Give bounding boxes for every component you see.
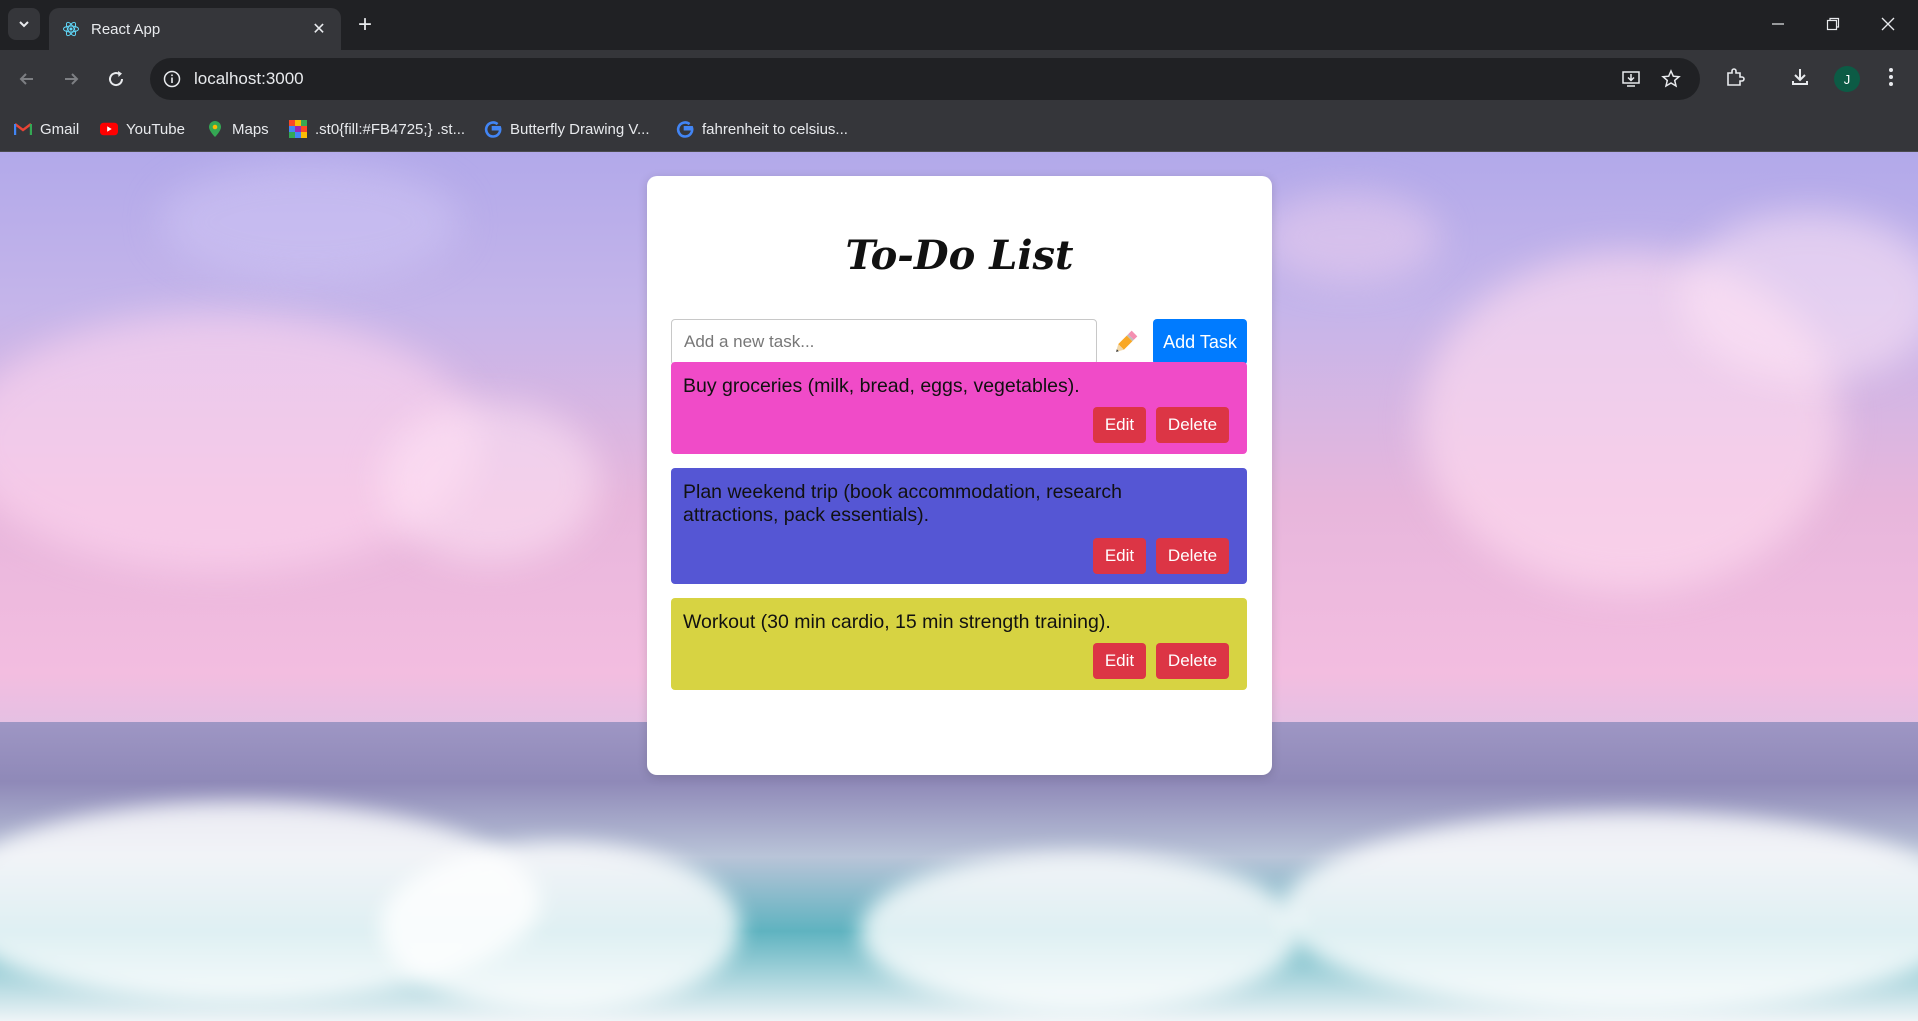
youtube-icon (100, 120, 118, 138)
maps-icon (206, 120, 224, 138)
task-item: Buy groceries (milk, bread, eggs, vegeta… (671, 362, 1247, 454)
bookmark-label: fahrenheit to celsius... (702, 120, 848, 138)
task-item: Workout (30 min cardio, 15 min strength … (671, 598, 1247, 690)
profile-avatar[interactable]: J (1834, 66, 1860, 92)
todo-card: To-Do List Add Task Buy groceries (milk,… (647, 176, 1272, 775)
bookmark-label: Gmail (40, 120, 80, 138)
bookmark-maps[interactable]: Maps (206, 118, 269, 140)
browser-toolbar: localhost:3000 (0, 50, 1918, 108)
bookmark-fahrenheit[interactable]: fahrenheit to celsius... (676, 118, 848, 140)
bookmark-label: Butterfly Drawing V... (510, 120, 650, 138)
google-icon (676, 120, 694, 138)
gmail-icon (14, 120, 32, 138)
bookmark-label: Maps (232, 120, 269, 138)
new-tab-button[interactable]: + (352, 11, 378, 38)
tab-title: React App (91, 20, 161, 38)
task-text: Buy groceries (milk, bread, eggs, vegeta… (683, 375, 1080, 397)
edit-task-button[interactable]: Edit (1093, 643, 1146, 679)
new-task-input[interactable] (671, 319, 1097, 365)
extensions-icon[interactable] (1722, 64, 1748, 90)
bookmark-gmail[interactable]: Gmail (14, 118, 79, 140)
restore-window-icon[interactable] (1813, 10, 1853, 38)
pencil-icon (1108, 324, 1144, 360)
google-icon (484, 120, 502, 138)
bookmark-label: .st0{fill:#FB4725;} .st... (315, 120, 466, 138)
close-tab-icon[interactable]: ✕ (307, 17, 331, 41)
bookmark-label: YouTube (126, 120, 185, 138)
edit-task-button[interactable]: Edit (1093, 538, 1146, 574)
edit-task-button[interactable]: Edit (1093, 407, 1146, 443)
close-window-icon[interactable] (1868, 10, 1908, 38)
install-app-icon[interactable] (1619, 67, 1643, 91)
reload-icon[interactable] (101, 64, 131, 94)
page-viewport: To-Do List Add Task Buy groceries (milk,… (0, 152, 1918, 1021)
task-item: Plan weekend trip (book accommodation, r… (671, 468, 1247, 584)
browser-tab-active[interactable]: React App ✕ (49, 8, 341, 50)
app-title: To-Do List (845, 232, 1074, 279)
downloads-icon[interactable] (1787, 64, 1813, 90)
bookmark-star-icon[interactable] (1659, 67, 1683, 91)
add-task-button[interactable]: Add Task (1153, 319, 1247, 365)
chevron-down-icon (19, 21, 29, 28)
more-menu-icon[interactable] (1878, 64, 1904, 90)
address-bar[interactable]: localhost:3000 (150, 58, 1700, 100)
delete-task-button[interactable]: Delete (1156, 538, 1229, 574)
url-text: localhost:3000 (194, 69, 304, 88)
delete-task-button[interactable]: Delete (1156, 643, 1229, 679)
task-text: Workout (30 min cardio, 15 min strength … (683, 611, 1111, 633)
site-info-icon[interactable] (160, 67, 184, 91)
bookmarks-bar: Gmail YouTube Maps .st0{fill:#FB4725;} .… (0, 108, 1918, 152)
bookmark-svg-snippet[interactable]: .st0{fill:#FB4725;} .st... (289, 118, 465, 140)
colorful-grid-icon (289, 120, 307, 138)
forward-icon[interactable] (56, 64, 86, 94)
delete-task-button[interactable]: Delete (1156, 407, 1229, 443)
tab-strip: React App ✕ + (0, 0, 1918, 50)
tab-search-button[interactable] (8, 8, 40, 40)
back-icon[interactable] (12, 64, 42, 94)
bookmark-butterfly[interactable]: Butterfly Drawing V... (484, 118, 650, 140)
task-text: Plan weekend trip (book accommodation, r… (683, 481, 1122, 526)
bookmark-youtube[interactable]: YouTube (100, 118, 185, 140)
minimize-window-icon[interactable] (1758, 10, 1798, 38)
react-icon (61, 19, 81, 39)
